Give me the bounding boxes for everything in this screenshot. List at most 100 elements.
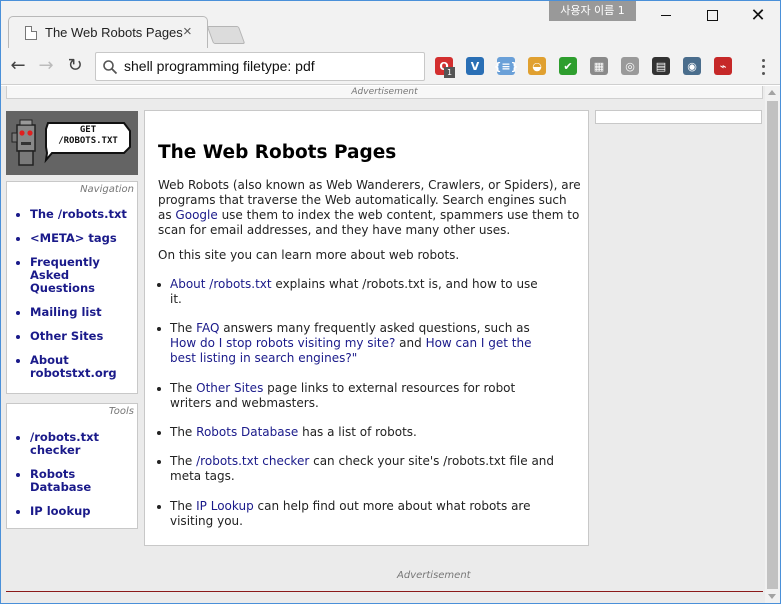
- tools-list: /robots.txt checker Robots Database IP l…: [13, 431, 99, 529]
- best-listing-link-cont[interactable]: best listing in search engines?": [170, 351, 357, 365]
- bullet-ip-lookup: The IP Lookup can help find out more abo…: [156, 499, 531, 529]
- footer-divider: [6, 591, 763, 592]
- tools-box: Tools /robots.txt checker Robots Databas…: [6, 403, 138, 529]
- title-bar: The Web Robots Pages × 사용자 이름 1 ✕: [0, 0, 781, 49]
- address-bar[interactable]: shell programming filetype: pdf: [95, 52, 425, 81]
- bullet-text: can check your site's /robots.txt file a…: [309, 454, 555, 468]
- close-window-button[interactable]: ✕: [735, 1, 781, 29]
- page-title: The Web Robots Pages: [158, 142, 397, 163]
- ip-lookup-link[interactable]: IP Lookup: [196, 499, 254, 513]
- nav-link-label: About: [30, 353, 69, 367]
- tool-link-label: checker: [30, 443, 81, 457]
- scroll-down-icon[interactable]: [768, 594, 776, 599]
- eye-shield-icon[interactable]: ◉: [683, 57, 701, 75]
- tool-link-ip-lookup[interactable]: IP lookup: [13, 505, 99, 518]
- faq-link[interactable]: FAQ: [196, 321, 219, 335]
- vertical-scrollbar[interactable]: [765, 86, 780, 603]
- nav-link-label: <META> tags: [30, 231, 117, 245]
- navigation-title: Navigation: [80, 184, 134, 195]
- logo-text-line-1: GET: [79, 125, 97, 135]
- intro-line: scan for email addresses, and they have …: [158, 223, 511, 237]
- right-advertisement: [595, 110, 762, 124]
- browser-menu-button[interactable]: [757, 57, 769, 77]
- learn-more-text: On this site you can learn more about we…: [158, 248, 460, 262]
- bullet-text: has a list of robots.: [298, 425, 417, 439]
- scroll-up-icon[interactable]: [768, 90, 776, 95]
- advertisement-banner: Advertisement: [6, 86, 763, 99]
- reload-button[interactable]: ↻: [63, 54, 87, 78]
- main-content: The Web Robots Pages Web Robots (also kn…: [144, 110, 589, 546]
- scrollbar-thumb[interactable]: [767, 101, 778, 589]
- robots-logo[interactable]: GET /ROBOTS.TXT: [6, 111, 138, 175]
- best-listing-link[interactable]: How can I get the: [426, 336, 532, 350]
- nav-link-label: Other Sites: [30, 329, 104, 343]
- tool-link-label: /robots.txt: [30, 430, 100, 444]
- minimize-icon: [661, 14, 671, 16]
- dot-icon: [761, 72, 765, 76]
- forward-button[interactable]: →: [34, 54, 58, 78]
- nav-link-label: Mailing list: [30, 305, 102, 319]
- bullet-text: answers many frequently asked questions,…: [219, 321, 530, 335]
- chrome-cast-icon[interactable]: ◒: [528, 57, 546, 75]
- profile-name-badge[interactable]: 사용자 이름 1: [549, 1, 636, 21]
- green-check-icon[interactable]: ✔: [559, 57, 577, 75]
- intro-line: programs that traverse the Web automatic…: [158, 193, 567, 207]
- robots-checker-link[interactable]: /robots.txt checker: [196, 454, 309, 468]
- tool-link-robots-checker[interactable]: /robots.txt checker: [13, 431, 99, 457]
- json-braces-icon[interactable]: {≡}: [494, 57, 518, 75]
- nav-link-meta-tags[interactable]: <META> tags: [13, 232, 127, 245]
- new-tab-button[interactable]: [206, 26, 246, 44]
- tool-link-label: IP lookup: [30, 504, 91, 518]
- gray-grid-icon[interactable]: ▦: [590, 57, 608, 75]
- bullet-text: visiting you.: [170, 514, 243, 528]
- tool-link-robots-database[interactable]: Robots Database: [13, 468, 99, 494]
- tab-web-robots-pages[interactable]: The Web Robots Pages ×: [8, 16, 208, 49]
- other-sites-link[interactable]: Other Sites: [196, 381, 263, 395]
- vivaldi-v-icon[interactable]: V: [466, 57, 484, 75]
- tools-title: Tools: [108, 406, 134, 417]
- bullet-text: The: [170, 499, 197, 513]
- nav-link-faq[interactable]: Frequently Asked Questions: [13, 256, 127, 295]
- stop-robots-link[interactable]: How do I stop robots visiting my site?: [170, 336, 395, 350]
- close-icon: ✕: [750, 5, 766, 25]
- bullet-text: The: [170, 381, 197, 395]
- nav-link-about[interactable]: About robotstxt.org: [13, 354, 127, 380]
- bullet-text: writers and webmasters.: [170, 396, 319, 410]
- bullet-text: can help find out more about what robots…: [253, 499, 531, 513]
- nav-link-mailing-list[interactable]: Mailing list: [13, 306, 127, 319]
- nav-link-other-sites[interactable]: Other Sites: [13, 330, 127, 343]
- intro-line: Web Robots (also known as Web Wanderers,…: [158, 178, 581, 192]
- navigation-list: The /robots.txt <META> tags Frequently A…: [13, 208, 127, 391]
- tool-link-label: Database: [30, 480, 92, 494]
- bullet-faq: The FAQ answers many frequently asked qu…: [157, 321, 532, 366]
- bullet-text: The: [170, 321, 197, 335]
- maximize-button[interactable]: [689, 1, 735, 29]
- bullet-checker: The /robots.txt checker can check your s…: [156, 454, 555, 484]
- bullet-text: page links to external resources for rob…: [263, 381, 516, 395]
- robots-database-link[interactable]: Robots Database: [196, 425, 298, 439]
- close-tab-icon[interactable]: ×: [183, 23, 192, 40]
- bullet-text: The: [170, 425, 197, 439]
- intro-text: use them to index the web content, spamm…: [217, 208, 580, 222]
- bullet-text: and: [395, 336, 426, 350]
- nav-link-label: The /robots.txt: [30, 207, 127, 221]
- nav-link-label: Frequently: [30, 255, 100, 269]
- back-button[interactable]: ←: [6, 54, 30, 78]
- maximize-icon: [706, 9, 718, 21]
- clapper-icon[interactable]: ▤: [652, 57, 670, 75]
- nav-link-robots-txt[interactable]: The /robots.txt: [13, 208, 127, 221]
- google-link[interactable]: Google: [175, 208, 217, 222]
- navigation-box: Navigation The /robots.txt <META> tags F…: [6, 181, 138, 394]
- nav-link-label: robotstxt.org: [30, 366, 117, 380]
- nav-link-label: Questions: [30, 281, 95, 295]
- minimize-button[interactable]: [643, 1, 689, 29]
- bullet-about: About /robots.txt explains what /robots.…: [157, 277, 538, 307]
- dot-icon: [761, 58, 765, 62]
- search-icon: [103, 60, 118, 75]
- acrobat-icon[interactable]: ⌁: [714, 57, 732, 75]
- tab-title: The Web Robots Pages: [45, 25, 183, 40]
- compass-icon[interactable]: ◎: [621, 57, 639, 75]
- logo-text-line-2: /ROBOTS.TXT: [58, 136, 118, 146]
- about-robots-txt-link[interactable]: About /robots.txt: [170, 277, 272, 291]
- advertisement-label: Advertisement: [397, 570, 471, 581]
